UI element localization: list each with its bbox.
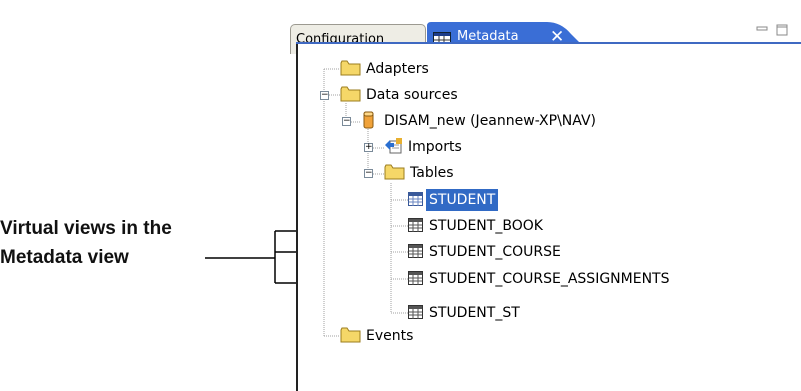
table-icon	[408, 192, 423, 206]
tree-item-label: STUDENT	[424, 188, 500, 212]
expand-icon[interactable]: +	[364, 143, 373, 152]
collapse-icon[interactable]: −	[342, 117, 351, 126]
folder-icon	[340, 60, 361, 76]
maximize-icon[interactable]	[776, 24, 789, 36]
folder-icon	[340, 327, 361, 343]
window-buttons	[753, 24, 789, 39]
folder-icon	[340, 86, 361, 102]
tree-item-label: Data sources	[366, 87, 458, 103]
collapse-icon[interactable]: −	[364, 169, 373, 178]
virtual-view-icon	[408, 271, 423, 285]
tree-item-label: STUDENT_ST	[429, 305, 520, 321]
tree-item-label: STUDENT_BOOK	[429, 218, 543, 234]
tree-view[interactable]: Adapters − Data sources − DISAM_new (Jea…	[296, 42, 801, 391]
virtual-view-icon	[408, 244, 423, 258]
virtual-view-icon	[408, 218, 423, 232]
folder-icon	[384, 164, 405, 180]
table-icon	[408, 305, 423, 319]
minimize-icon[interactable]	[756, 24, 769, 36]
tree-item-label: Imports	[408, 139, 462, 155]
tree-item-label: STUDENT_COURSE_ASSIGNMENTS	[429, 271, 670, 287]
tree-item-label: Events	[366, 328, 414, 344]
imports-icon	[385, 138, 402, 154]
tree-item-label: Tables	[410, 165, 454, 181]
tree-item-label: Adapters	[366, 61, 429, 77]
metadata-panel: Configuration Metadata ✕ Adapters − Data…	[290, 0, 801, 391]
tree-item-label: STUDENT_COURSE	[429, 244, 561, 260]
tree-item-label: DISAM_new (Jeannew-XP\NAV)	[384, 113, 596, 129]
database-icon	[363, 111, 374, 129]
collapse-icon[interactable]: −	[320, 91, 329, 100]
